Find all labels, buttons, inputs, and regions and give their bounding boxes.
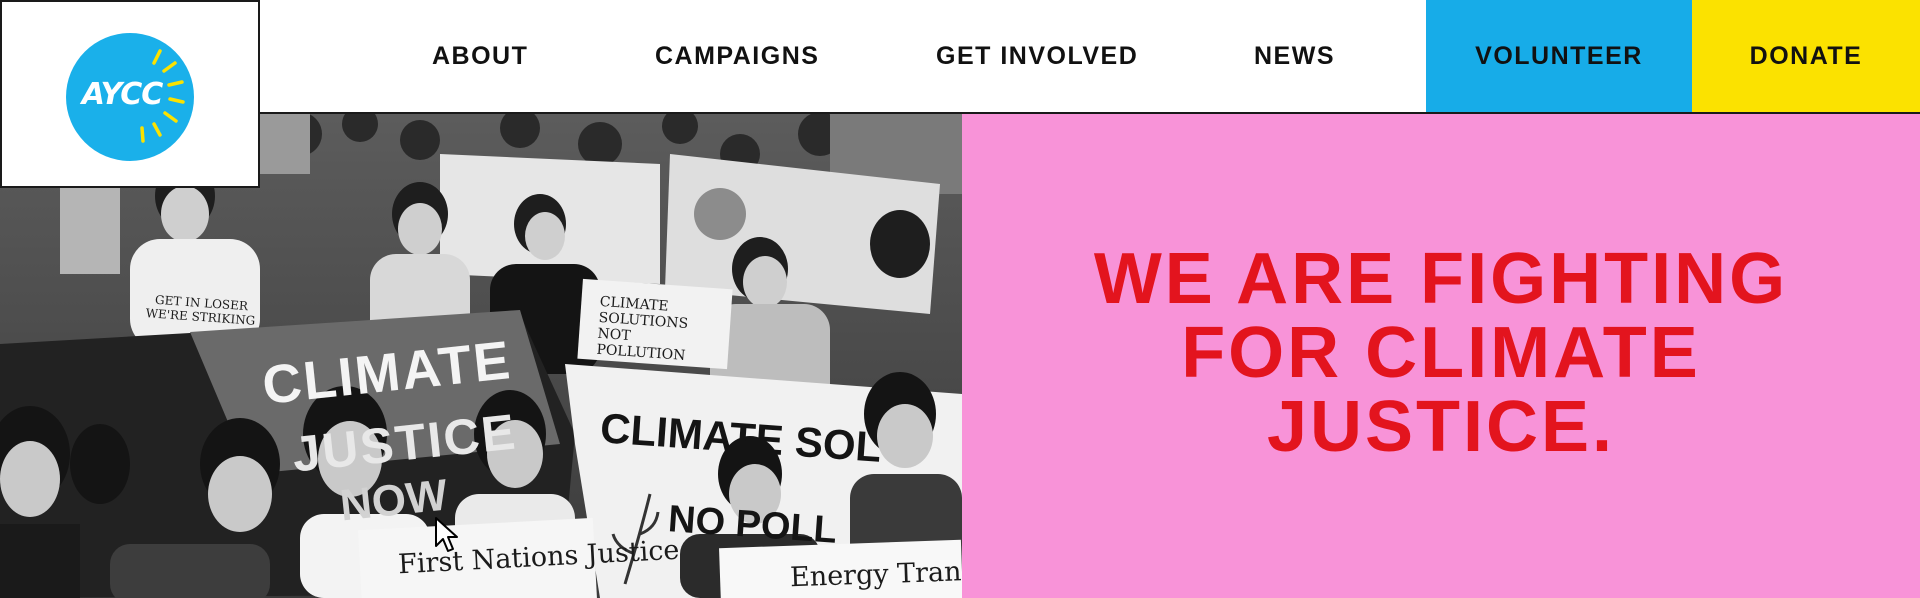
nav-news[interactable]: NEWS — [1254, 0, 1335, 112]
main-nav: ABOUT CAMPAIGNS GET INVOLVED NEWS — [260, 0, 1426, 112]
donate-button[interactable]: DONATE — [1692, 0, 1920, 112]
nav-get-involved[interactable]: GET INVOLVED — [936, 0, 1138, 112]
logo-link[interactable]: AYCC — [0, 0, 260, 188]
site-header: ABOUT CAMPAIGNS GET INVOLVED NEWS VOLUNT… — [0, 0, 1920, 114]
hero-heading-line-3: JUSTICE. — [1266, 387, 1616, 467]
hero-heading: WE ARE FIGHTING FOR CLIMATE JUSTICE. — [962, 242, 1920, 464]
hero-message-panel: WE ARE FIGHTING FOR CLIMATE JUSTICE. — [962, 114, 1920, 598]
nav-campaigns[interactable]: CAMPAIGNS — [655, 0, 819, 112]
aycc-logo: AYCC — [66, 33, 194, 161]
hero-heading-line-2: FOR CLIMATE — [1181, 313, 1701, 393]
sign-climate-solutions: CLIMATE SOLUTIONS NOT POLLUTION — [595, 293, 689, 364]
mouse-cursor-icon — [435, 517, 458, 552]
logo-wordmark: AYCC — [81, 77, 163, 112]
hero-heading-line-1: WE ARE FIGHTING — [1093, 239, 1789, 319]
volunteer-button[interactable]: VOLUNTEER — [1426, 0, 1692, 112]
nav-about[interactable]: ABOUT — [432, 0, 528, 112]
